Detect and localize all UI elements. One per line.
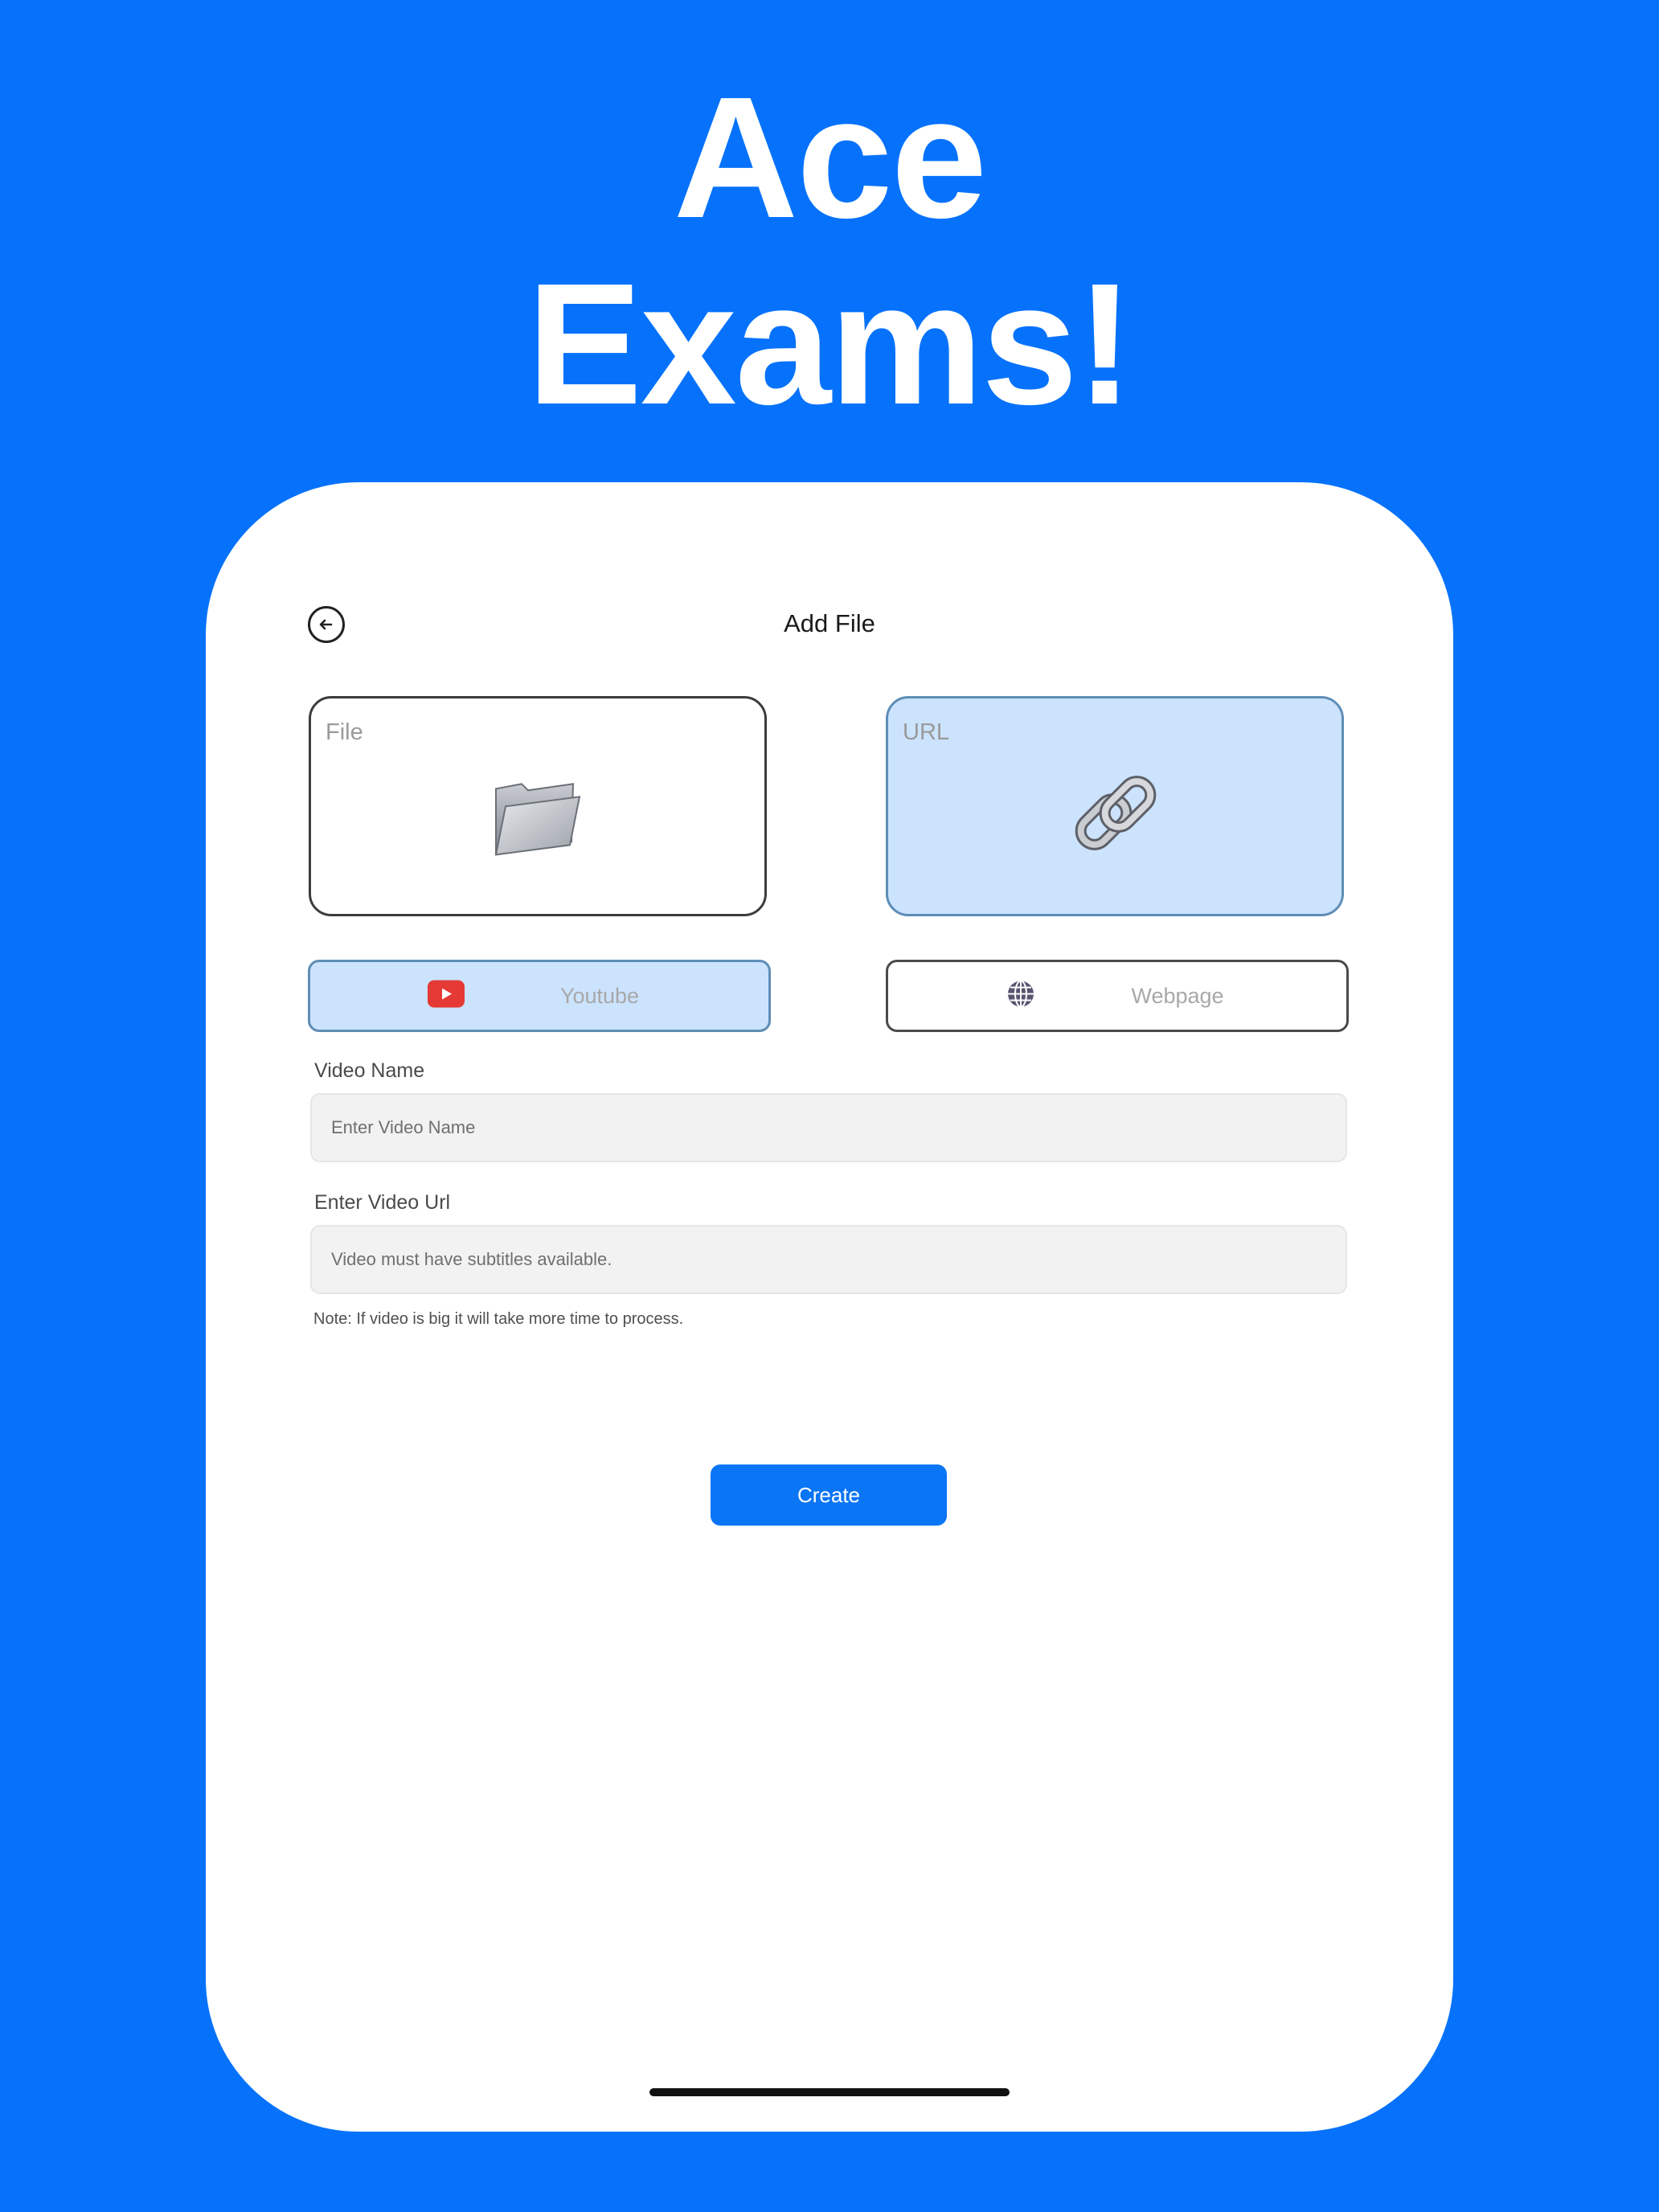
create-button[interactable]: Create <box>711 1464 947 1526</box>
url-type-youtube-label: Youtube <box>559 983 640 1008</box>
device-screen: Add File File URL Youtube Webpage Video … <box>206 482 1453 2132</box>
url-type-webpage-label: Webpage <box>1131 983 1224 1008</box>
source-card-url-label: URL <box>903 719 950 745</box>
folder-icon <box>490 771 586 863</box>
home-indicator <box>649 2088 1010 2096</box>
source-card-url[interactable]: URL <box>886 696 1344 916</box>
video-name-label: Video Name <box>314 1059 425 1082</box>
video-name-input[interactable] <box>310 1093 1347 1162</box>
headline-line-2: Exams! <box>526 247 1134 440</box>
video-url-label: Enter Video Url <box>314 1191 451 1214</box>
video-url-input[interactable] <box>310 1225 1347 1294</box>
headline-line-1: Ace <box>673 60 987 254</box>
url-type-youtube[interactable]: Youtube <box>308 960 771 1032</box>
page-title: Add File <box>784 609 875 637</box>
promo-headline: Ace Exams! <box>0 64 1659 437</box>
processing-note: Note: If video is big it will take more … <box>313 1310 684 1328</box>
url-type-webpage[interactable]: Webpage <box>886 960 1349 1032</box>
source-card-file[interactable]: File <box>309 696 767 916</box>
source-card-file-label: File <box>326 719 363 745</box>
link-icon <box>1063 768 1167 869</box>
